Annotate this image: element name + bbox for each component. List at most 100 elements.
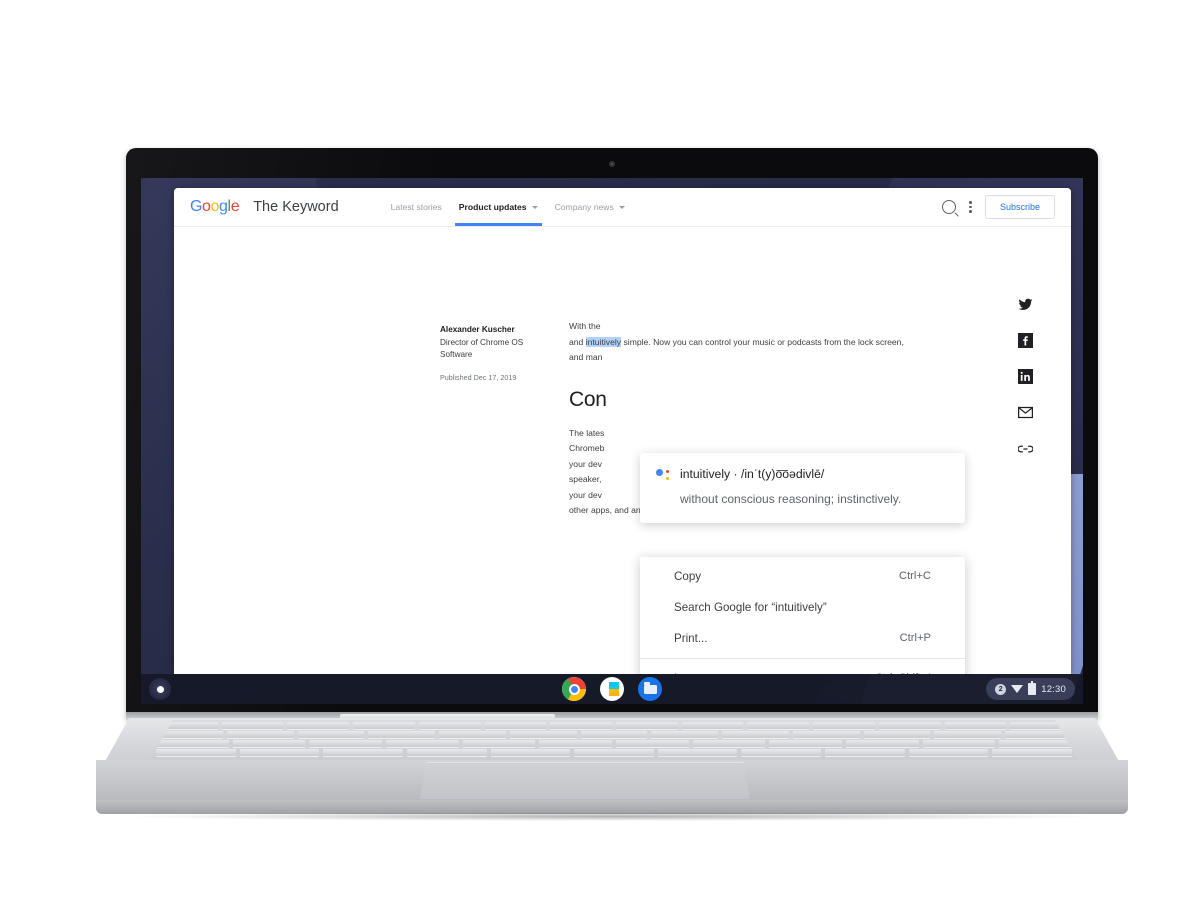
- keyboard-key: [221, 722, 284, 729]
- body-line-1: The lates: [569, 427, 605, 438]
- link-icon[interactable]: [1018, 441, 1033, 456]
- battery-icon: [1028, 681, 1037, 695]
- more-vertical-icon[interactable]: [969, 201, 972, 213]
- site-nav: Latest stories Product updates Company n…: [391, 188, 625, 226]
- nav-label: Company news: [554, 202, 614, 212]
- dictionary-header: intuitively · /inˈt(y)o͞oədivlē/: [656, 467, 949, 482]
- keyboard-key: [792, 731, 860, 738]
- author-role-line1: Director of Chrome OS: [440, 337, 524, 347]
- keyboard-key: [287, 722, 350, 729]
- context-menu-overlay: intuitively · /inˈt(y)o͞oədivlē/ without…: [640, 453, 965, 674]
- item-label: Inspect: [674, 672, 711, 674]
- facebook-icon[interactable]: [1018, 333, 1033, 348]
- keyboard-key: [922, 740, 996, 747]
- site-title[interactable]: The Keyword: [253, 199, 338, 215]
- context-menu-separator: [640, 657, 965, 659]
- context-menu-item-search-google[interactable]: Search Google for “intuitively”: [640, 592, 965, 623]
- twitter-icon[interactable]: [1018, 297, 1033, 312]
- keyboard-key: [741, 749, 822, 756]
- search-icon[interactable]: [942, 200, 957, 214]
- keyboard-key: [386, 740, 459, 747]
- chrome-browser-window: Google The Keyword Latest stories Produc…: [174, 188, 1071, 674]
- keyboard-row: [150, 722, 1078, 729]
- author-block: Alexander Kuscher Director of Chrome OS …: [440, 324, 550, 382]
- launcher-icon[interactable]: [149, 678, 171, 700]
- google-assistant-dots-icon: [656, 469, 669, 482]
- google-logo[interactable]: Google: [190, 198, 240, 216]
- dictionary-definition: without conscious reasoning; instinctive…: [680, 492, 902, 507]
- keyboard-key: [490, 749, 571, 756]
- keyboard-key: [944, 722, 1007, 729]
- body-line-4-left: speaker,: [569, 474, 602, 484]
- dictionary-popup: intuitively · /inˈt(y)o͞oədivlē/ without…: [640, 453, 965, 523]
- chrome-icon[interactable]: [562, 677, 586, 701]
- keyboard-key: [156, 749, 236, 756]
- body-line-5-left: your dev: [569, 489, 602, 500]
- system-tray[interactable]: 2 12:30: [986, 678, 1075, 700]
- keyboard-key: [484, 722, 547, 729]
- keyboard-key: [323, 749, 403, 756]
- article-heading: Con: [569, 387, 607, 411]
- context-menu-item-print[interactable]: Print... Ctrl+P: [640, 623, 965, 654]
- keyboard-key: [813, 722, 875, 729]
- header-actions: Subscribe: [942, 195, 1055, 219]
- linkedin-icon[interactable]: [1018, 369, 1033, 384]
- keyboard-key: [878, 722, 941, 729]
- dictionary-word: intuitively · /inˈt(y)o͞oədivlē/: [680, 467, 825, 481]
- chromeos-screen: Google The Keyword Latest stories Produc…: [141, 178, 1083, 704]
- keyboard-key: [418, 722, 481, 729]
- item-label: Search Google for “intuitively”: [674, 600, 827, 614]
- keyboard-key: [297, 731, 365, 738]
- keyboard-key: [368, 731, 436, 738]
- intro-line-1: With the: [569, 321, 601, 331]
- keyboard-key: [769, 740, 843, 747]
- keyboard-key: [239, 749, 320, 756]
- keyboard-key: [439, 731, 506, 738]
- keyboard-key: [992, 749, 1073, 756]
- files-icon[interactable]: [638, 677, 662, 701]
- author-name: Alexander Kuscher: [440, 325, 515, 334]
- body-line-3-left: your dev: [569, 458, 602, 469]
- context-menu-item-inspect[interactable]: Inspect Ctrl+Shift+I: [640, 663, 965, 674]
- nav-label: Latest stories: [390, 202, 442, 212]
- keyboard-key: [657, 749, 738, 756]
- webcam-icon: [609, 161, 615, 167]
- social-share-rail: [1018, 297, 1033, 456]
- keyboard-key: [509, 731, 577, 738]
- keyboard-key: [550, 722, 613, 729]
- play-store-icon[interactable]: [600, 677, 624, 701]
- keyboard-key: [825, 749, 905, 756]
- laptop-device: Google The Keyword Latest stories Produc…: [0, 0, 1200, 914]
- nav-item-company-news[interactable]: Company news: [555, 188, 625, 226]
- keyboard-row: [150, 749, 1078, 756]
- keyboard-key: [681, 722, 744, 729]
- nav-item-product-updates[interactable]: Product updates: [454, 188, 542, 226]
- keyboard-key: [747, 722, 810, 729]
- keyboard-key: [309, 740, 383, 747]
- keyboard-key: [539, 740, 613, 747]
- intro-pre: and: [569, 336, 586, 347]
- nav-item-latest-stories[interactable]: Latest stories: [391, 188, 442, 226]
- subscribe-button[interactable]: Subscribe: [984, 195, 1055, 219]
- chevron-down-icon: [531, 205, 538, 209]
- selected-text[interactable]: intuitively: [585, 336, 622, 347]
- notification-count-badge: 2: [995, 683, 1007, 695]
- item-label: Copy: [674, 569, 702, 583]
- keyboard-key: [462, 740, 536, 747]
- keyboard-key: [616, 740, 689, 747]
- keyboard-key: [353, 722, 415, 729]
- keyboard-key: [934, 731, 1002, 738]
- email-icon[interactable]: [1018, 405, 1033, 420]
- keyboard-key: [156, 740, 229, 747]
- intro-line-3: and man: [569, 352, 603, 362]
- keyboard-key: [232, 740, 306, 747]
- article-page: Alexander Kuscher Director of Chrome OS …: [174, 227, 1071, 674]
- context-menu-item-copy[interactable]: Copy Ctrl+C: [640, 561, 965, 592]
- keyboard-key: [406, 749, 487, 756]
- item-shortcut: Ctrl+Shift+I: [875, 672, 931, 674]
- shelf-app-icons: [562, 677, 662, 701]
- author-role-line2: Software: [440, 350, 473, 360]
- trackpad[interactable]: [420, 762, 750, 799]
- published-date: Published Dec 17, 2019: [440, 373, 517, 383]
- keyboard: [150, 720, 1078, 760]
